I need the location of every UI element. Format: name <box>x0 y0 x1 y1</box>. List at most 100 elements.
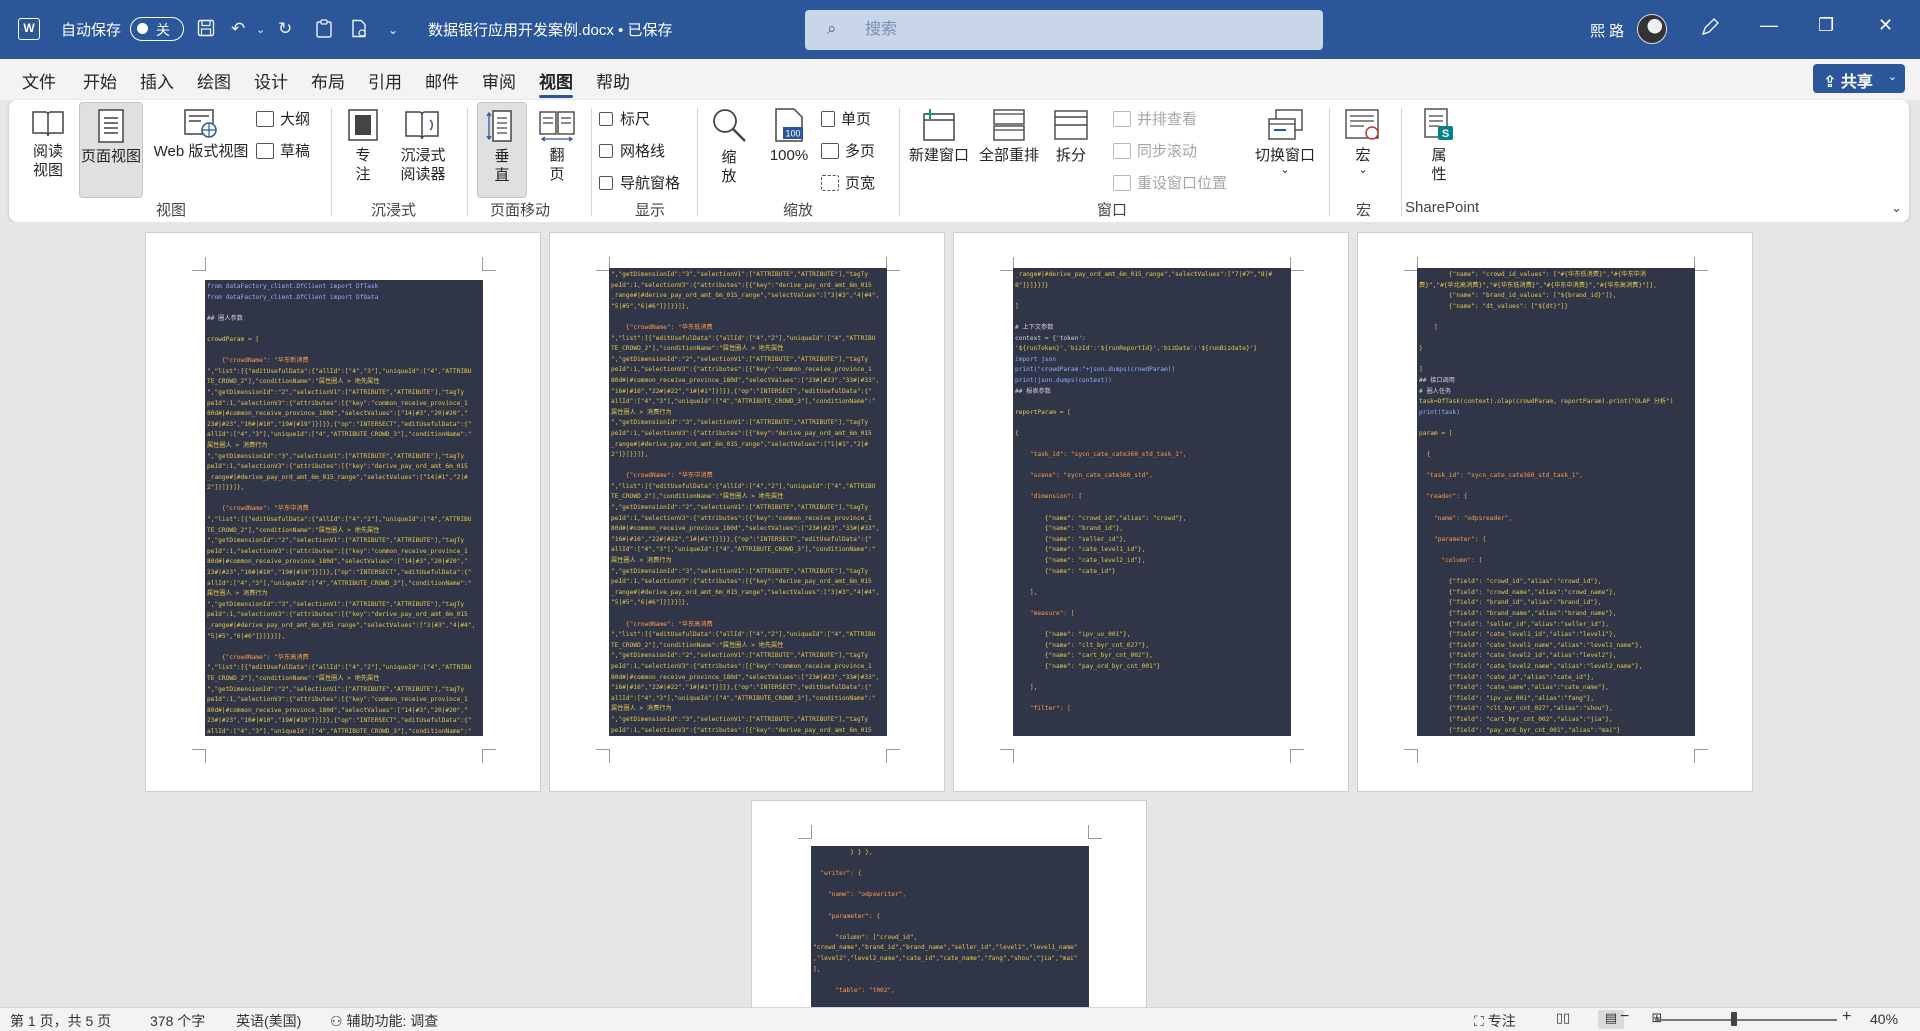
new-window-button[interactable]: 新建窗口 <box>907 108 971 165</box>
code-line: 属性圈人 > 消费行为 <box>611 705 672 713</box>
focus-mode-button[interactable]: ⛶ 专注 <box>1474 1011 1516 1031</box>
vertical-label: 垂 直 <box>494 148 510 184</box>
side-by-side-button[interactable]: 并排查看 <box>1113 108 1197 129</box>
tab-mailings[interactable]: 邮件 <box>425 68 459 93</box>
document-title[interactable]: 数据银行应用开发案例.docx • 已保存 <box>428 19 672 40</box>
tab-view[interactable]: 视图 <box>539 68 573 98</box>
zoom-slider[interactable] <box>1655 1019 1837 1021</box>
code-line: {"name": "seller_id"}, <box>1015 535 1127 543</box>
page-width-button[interactable]: 页宽 <box>821 172 875 193</box>
web-layout-button[interactable]: Web 版式视图 <box>149 108 253 161</box>
page-3[interactable]: _range#|#derive_pay_ord_amt_6m_015_range… <box>953 232 1349 792</box>
restore-button[interactable]: ❐ <box>1818 15 1834 36</box>
page-4[interactable]: {"name": "crowd_id_values": ["#{华东低消费}",… <box>1357 232 1753 792</box>
code-line: peId":1,"selectionV3":{"attributes":[{"k… <box>611 578 872 586</box>
collapse-ribbon-icon[interactable]: ⌄ <box>1891 200 1902 216</box>
clipboard-icon[interactable] <box>315 19 333 43</box>
search-box[interactable]: ⌕ <box>805 10 1323 50</box>
switch-windows-button[interactable]: 切换窗口 ⌄ <box>1253 108 1317 176</box>
zoom-out-button[interactable]: − <box>1620 1008 1629 1026</box>
pen-icon[interactable] <box>1700 17 1720 42</box>
macros-button[interactable]: 宏 ⌄ <box>1341 108 1385 176</box>
side-to-side-button[interactable]: 翻 页 <box>535 108 579 184</box>
code-line: ​ <box>1419 418 1693 429</box>
code-block[interactable]: from dataFactory_client.DfClient import … <box>205 280 483 736</box>
macro-icon <box>1345 109 1379 140</box>
language[interactable]: 英语(美国) <box>236 1011 301 1031</box>
reset-position-button[interactable]: 重设窗口位置 <box>1113 172 1227 193</box>
read-mode-view-button[interactable]: ▯▯ <box>1550 1010 1576 1029</box>
tab-references[interactable]: 引用 <box>368 68 402 93</box>
multiple-pages-button[interactable]: 多页 <box>821 140 875 161</box>
one-page-button[interactable]: 单页 <box>821 108 871 129</box>
avatar[interactable] <box>1637 14 1667 44</box>
code-line: ","getDimensionId":"3","selectionV1":["A… <box>611 271 869 278</box>
code-block[interactable]: _range#|#derive_pay_ord_amt_6m_015_range… <box>1013 268 1291 736</box>
code-line: "table": "t002", <box>813 986 895 994</box>
zoom-in-button[interactable]: + <box>1842 1008 1851 1026</box>
immersive-reader-button[interactable]: 沉浸式 阅读器 <box>393 108 453 184</box>
customize-qat-icon[interactable]: ⌄ <box>388 23 398 37</box>
code-line: peId":1,"selectionV3":{"attributes":[{"k… <box>611 514 872 522</box>
code-line: {"field": "crowd_name","alias":"crowd_na… <box>1419 588 1617 596</box>
vertical-button[interactable]: 垂 直 <box>477 102 527 198</box>
gridlines-checkbox[interactable]: 网格线 <box>599 140 665 161</box>
minimize-button[interactable]: — <box>1760 15 1778 36</box>
search-input[interactable] <box>865 18 1285 42</box>
draft-icon <box>256 143 274 159</box>
page-1[interactable]: from dataFactory_client.DfClient import … <box>145 232 541 792</box>
tab-design[interactable]: 设计 <box>254 68 288 93</box>
code-block[interactable]: } } },​ "writer": {​ "name": "odpswriter… <box>811 846 1089 1007</box>
undo-icon[interactable]: ↶ <box>231 19 245 39</box>
code-line: param = [ <box>1419 429 1453 437</box>
code-line: ​ <box>1015 418 1289 429</box>
code-line: {"field": "cate_level1_id","alias":"leve… <box>1419 631 1617 639</box>
checkbox-icon <box>599 144 613 158</box>
chevron-down-icon[interactable]: ⌄ <box>1888 70 1897 83</box>
split-button[interactable]: 拆分 <box>1049 108 1093 165</box>
zoom-level[interactable]: 40% <box>1870 1011 1898 1027</box>
zoom-button[interactable]: 缩 放 <box>709 106 749 186</box>
document-canvas[interactable]: from dataFactory_client.DfClient import … <box>0 222 1920 1007</box>
code-line: ","getDimensionId":"3","selectionV1":["A… <box>611 419 869 427</box>
redo-icon[interactable]: ↻ <box>278 19 292 39</box>
tab-review[interactable]: 审阅 <box>482 68 516 93</box>
read-mode-button[interactable]: 阅读 视图 <box>23 108 73 180</box>
tab-file[interactable]: 文件 <box>22 68 56 93</box>
word-app-icon: W <box>18 18 40 40</box>
accessibility-status[interactable]: ⚇ 辅助功能: 调查 <box>330 1011 438 1031</box>
tab-layout[interactable]: 布局 <box>311 68 345 93</box>
autosave-toggle[interactable]: 关 <box>130 17 184 41</box>
save-icon[interactable] <box>197 19 215 42</box>
tab-insert[interactable]: 插入 <box>140 68 174 93</box>
tab-help[interactable]: 帮助 <box>596 68 630 93</box>
nav-pane-checkbox[interactable]: 导航窗格 <box>599 172 680 193</box>
format-doc-icon[interactable] <box>350 19 368 43</box>
code-block[interactable]: {"name": "crowd_id_values": ["#{华东低消费}",… <box>1417 268 1695 736</box>
tab-home[interactable]: 开始 <box>83 68 117 93</box>
page-2[interactable]: ","getDimensionId":"3","selectionV1":["A… <box>549 232 945 792</box>
zoom-slider-thumb[interactable] <box>1731 1012 1737 1026</box>
code-line: ​ <box>1419 545 1693 556</box>
undo-dropdown-icon[interactable]: ⌄ <box>256 23 265 36</box>
tab-draw[interactable]: 绘图 <box>197 68 231 93</box>
focus-button[interactable]: 专 注 <box>345 108 381 184</box>
one-page-label: 单页 <box>841 111 872 128</box>
properties-button[interactable]: S 属 性 <box>1419 108 1459 184</box>
close-button[interactable]: ✕ <box>1878 15 1893 36</box>
page-5[interactable]: } } },​ "writer": {​ "name": "odpswriter… <box>751 800 1147 1007</box>
sync-scroll-button[interactable]: 同步滚动 <box>1113 140 1197 161</box>
ruler-checkbox[interactable]: 标尺 <box>599 108 650 129</box>
arrange-all-button[interactable]: 全部重排 <box>977 108 1041 165</box>
word-count[interactable]: 378 个字 <box>150 1011 205 1031</box>
outline-button[interactable]: 大纲 <box>256 108 310 129</box>
zoom-100-button[interactable]: 100 100% <box>767 108 811 165</box>
code-line: ","list":[{"editUsefulData":{"allId":["4… <box>611 631 876 639</box>
draft-button[interactable]: 草稿 <box>256 140 310 161</box>
share-button[interactable]: ⇪ 共享 ⌄ <box>1813 64 1905 93</box>
code-block[interactable]: ","getDimensionId":"3","selectionV1":["A… <box>609 268 887 736</box>
page-info[interactable]: 第 1 页，共 5 页 <box>10 1011 111 1031</box>
code-line: 属性圈人 > 消费行为 <box>611 557 672 565</box>
print-layout-button[interactable]: 页面视图 <box>79 102 143 198</box>
user-name[interactable]: 熙 路 <box>1590 20 1624 41</box>
